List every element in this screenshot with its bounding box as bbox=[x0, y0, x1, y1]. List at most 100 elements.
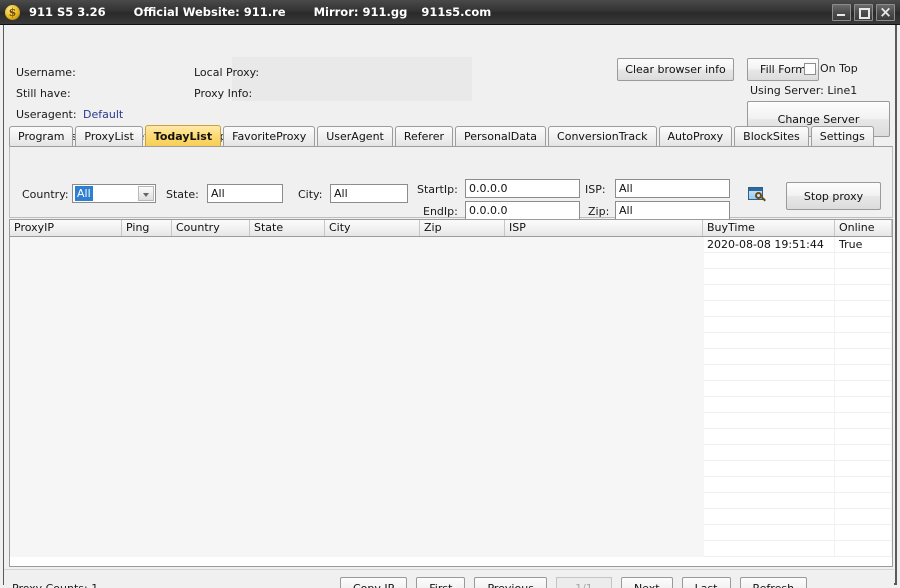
cell-zip bbox=[420, 397, 505, 412]
table-row[interactable] bbox=[10, 397, 892, 413]
tab-program[interactable]: Program bbox=[9, 126, 74, 146]
cell-isp bbox=[505, 269, 703, 284]
tab-personaldata[interactable]: PersonalData bbox=[455, 126, 547, 146]
refresh-button[interactable]: Refresh bbox=[739, 577, 808, 588]
zip-input[interactable]: All bbox=[615, 201, 730, 220]
cell-proxyip bbox=[10, 301, 122, 316]
cell-proxyip bbox=[10, 541, 122, 556]
copy-ip-button[interactable]: Copy IP bbox=[340, 577, 408, 588]
cell-online bbox=[835, 461, 892, 476]
table-row[interactable] bbox=[10, 269, 892, 285]
isp-input[interactable]: All bbox=[615, 179, 730, 198]
cell-city bbox=[325, 477, 420, 492]
stop-proxy-button[interactable]: Stop proxy bbox=[786, 182, 881, 210]
cell-buytime bbox=[703, 349, 835, 364]
cell-online bbox=[835, 317, 892, 332]
tab-proxylist[interactable]: ProxyList bbox=[75, 126, 143, 146]
column-header-proxyip[interactable]: ProxyIP bbox=[10, 220, 122, 236]
cell-buytime bbox=[703, 397, 835, 412]
cell-proxyip bbox=[10, 333, 122, 348]
last-button[interactable]: Last bbox=[681, 577, 731, 588]
table-row[interactable] bbox=[10, 525, 892, 541]
on-top-checkbox[interactable] bbox=[804, 62, 816, 75]
first-button[interactable]: First bbox=[416, 577, 466, 588]
table-row[interactable] bbox=[10, 381, 892, 397]
table-row[interactable] bbox=[10, 301, 892, 317]
state-input[interactable]: All bbox=[207, 184, 283, 203]
cell-zip bbox=[420, 429, 505, 444]
cell-country bbox=[172, 525, 250, 540]
clear-browser-info-button[interactable]: Clear browser info bbox=[617, 58, 734, 81]
table-row[interactable] bbox=[10, 493, 892, 509]
cell-zip bbox=[420, 413, 505, 428]
table-row[interactable]: 77.250.121.159 82 NL FL Lelystad 8224 Ziggo 202… bbox=[10, 237, 892, 253]
proxy-table[interactable]: ProxyIP Ping Country State City Zip ISP BuyTime… bbox=[9, 219, 893, 567]
info-blank-region bbox=[232, 57, 472, 101]
table-row[interactable] bbox=[10, 253, 892, 269]
tab-settings[interactable]: Settings bbox=[810, 126, 874, 146]
column-header-isp[interactable]: ISP bbox=[505, 220, 703, 236]
city-input[interactable]: All bbox=[330, 184, 408, 203]
maximize-icon[interactable] bbox=[854, 4, 873, 21]
cell-isp bbox=[505, 397, 703, 412]
column-header-city[interactable]: City bbox=[325, 220, 420, 236]
cell-country bbox=[172, 445, 250, 460]
column-header-buytime[interactable]: BuyTime bbox=[703, 220, 835, 236]
account-info-panel: Username: Still have: Useragent: Default… bbox=[4, 25, 894, 143]
next-button[interactable]: Next bbox=[620, 577, 673, 588]
column-header-online[interactable]: Online bbox=[835, 220, 892, 236]
cell-ping bbox=[122, 317, 172, 332]
tab-blocksites[interactable]: BlockSites bbox=[734, 126, 809, 146]
cell-city bbox=[325, 301, 420, 316]
table-row[interactable] bbox=[10, 541, 892, 557]
table-row[interactable] bbox=[10, 429, 892, 445]
close-icon[interactable] bbox=[876, 3, 895, 21]
column-header-state[interactable]: State bbox=[250, 220, 325, 236]
tab-referer[interactable]: Referer bbox=[394, 126, 453, 146]
table-row[interactable] bbox=[10, 285, 892, 301]
cell-state bbox=[250, 493, 325, 508]
cell-ping bbox=[122, 365, 172, 380]
column-header-country[interactable]: Country bbox=[172, 220, 250, 236]
official-website: Official Website: 911.re bbox=[133, 5, 286, 19]
country-select[interactable]: All bbox=[72, 184, 156, 203]
cell-proxyip bbox=[10, 461, 122, 476]
cell-online bbox=[835, 541, 892, 556]
cell-country bbox=[172, 317, 250, 332]
cell-zip bbox=[420, 509, 505, 524]
table-row[interactable] bbox=[10, 413, 892, 429]
cell-state bbox=[250, 333, 325, 348]
cell-state bbox=[250, 541, 325, 556]
table-row[interactable] bbox=[10, 349, 892, 365]
cell-state bbox=[250, 461, 325, 476]
tab-useragent[interactable]: UserAgent bbox=[317, 126, 393, 146]
previous-button[interactable]: Previous bbox=[474, 577, 547, 588]
table-row[interactable] bbox=[10, 509, 892, 525]
minimize-icon[interactable] bbox=[832, 4, 851, 21]
column-header-ping[interactable]: Ping bbox=[122, 220, 172, 236]
cell-isp bbox=[505, 253, 703, 268]
startip-input[interactable]: 0.0.0.0 bbox=[465, 179, 580, 198]
cell-city bbox=[325, 429, 420, 444]
table-row[interactable] bbox=[10, 461, 892, 477]
tab-todaylist[interactable]: TodayList bbox=[144, 125, 222, 146]
useragent-value[interactable]: Default bbox=[83, 108, 123, 121]
cell-city bbox=[325, 541, 420, 556]
table-row[interactable] bbox=[10, 333, 892, 349]
table-row[interactable] bbox=[10, 445, 892, 461]
column-header-zip[interactable]: Zip bbox=[420, 220, 505, 236]
table-row[interactable] bbox=[10, 317, 892, 333]
tab-autoproxy[interactable]: AutoProxy bbox=[658, 126, 733, 146]
on-top-checkbox-wrapper[interactable]: On Top bbox=[804, 62, 858, 75]
tab-conversiontrack[interactable]: ConversionTrack bbox=[548, 126, 657, 146]
cell-proxyip bbox=[10, 381, 122, 396]
tab-favoriteproxy[interactable]: FavoriteProxy bbox=[223, 126, 316, 146]
table-row[interactable] bbox=[10, 477, 892, 493]
chevron-down-icon[interactable] bbox=[138, 186, 154, 201]
state-label: State: bbox=[166, 188, 199, 201]
table-row[interactable] bbox=[10, 365, 892, 381]
search-window-icon[interactable] bbox=[748, 187, 766, 203]
status-bar: Proxy Counts: 1 Copy IP First Previous 1… bbox=[4, 569, 894, 588]
endip-input[interactable]: 0.0.0.0 bbox=[465, 201, 580, 220]
cell-ping bbox=[122, 493, 172, 508]
